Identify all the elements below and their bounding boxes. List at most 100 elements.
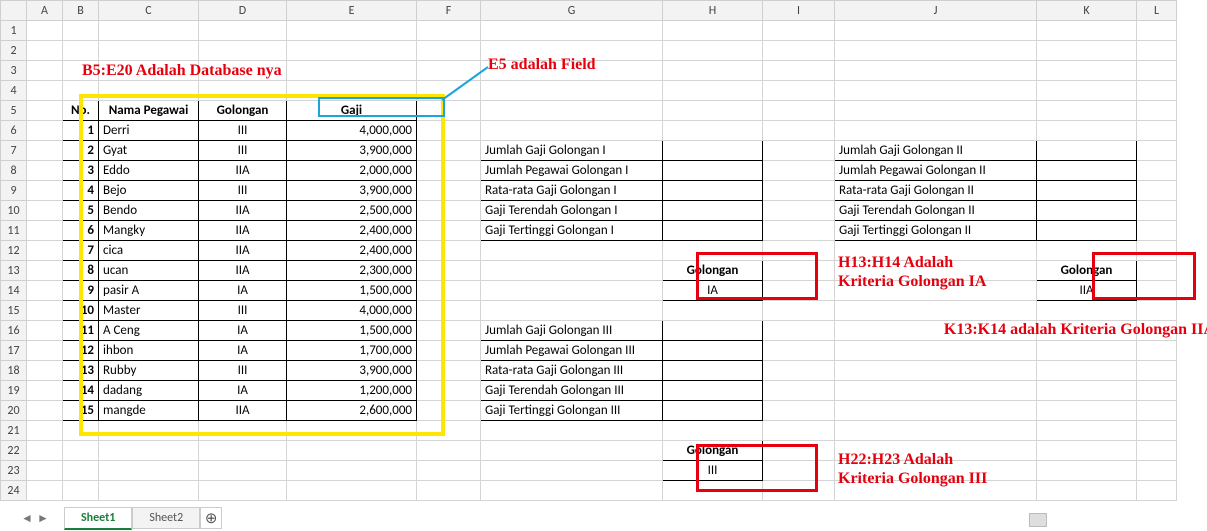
row-header[interactable]: 17 [1,341,27,361]
cell-C22[interactable] [99,441,199,461]
cell-D13[interactable]: IIA [199,261,287,281]
cell-I15[interactable] [763,301,835,321]
cell-D3[interactable] [199,61,287,81]
cell-C4[interactable] [99,81,199,101]
cell-B3[interactable] [63,61,99,81]
cell-L23[interactable] [1137,461,1177,481]
cell-L7[interactable] [1137,141,1177,161]
cell-K22[interactable] [1037,441,1137,461]
cell-H14[interactable]: IA [663,281,763,301]
column-header[interactable]: J [835,1,1037,21]
cell-I11[interactable] [763,221,835,241]
cell-L24[interactable] [1137,481,1177,501]
cell-B11[interactable]: 6 [63,221,99,241]
horizontal-scroll-handle[interactable] [1029,513,1047,527]
row-header[interactable]: 12 [1,241,27,261]
cell-J21[interactable] [835,421,1037,441]
cell-C5[interactable]: Nama Pegawai [99,101,199,121]
cell-J22[interactable] [835,441,1037,461]
cell-F1[interactable] [417,21,481,41]
cell-C17[interactable]: ihbon [99,341,199,361]
cell-E7[interactable]: 3,900,000 [287,141,417,161]
cell-D19[interactable]: IA [199,381,287,401]
cell-A22[interactable] [27,441,63,461]
cell-G11[interactable]: Gaji Tertinggi Golongan I [481,221,663,241]
column-header[interactable]: G [481,1,663,21]
cell-C2[interactable] [99,41,199,61]
cell-G6[interactable] [481,121,663,141]
row-header[interactable]: 21 [1,421,27,441]
cell-E9[interactable]: 3,900,000 [287,181,417,201]
cell-I4[interactable] [763,81,835,101]
cell-B19[interactable]: 14 [63,381,99,401]
cell-F10[interactable] [417,201,481,221]
cell-D17[interactable]: IA [199,341,287,361]
cell-H1[interactable] [663,21,763,41]
cell-K9[interactable] [1037,181,1137,201]
tab-nav-next-icon[interactable]: ► [36,511,50,526]
row-header[interactable]: 1 [1,21,27,41]
cell-G15[interactable] [481,301,663,321]
cell-C11[interactable]: Mangky [99,221,199,241]
cell-K21[interactable] [1037,421,1137,441]
cell-H16[interactable] [663,321,763,341]
cell-D16[interactable]: IA [199,321,287,341]
cell-E12[interactable]: 2,400,000 [287,241,417,261]
cell-A19[interactable] [27,381,63,401]
column-header[interactable]: I [763,1,835,21]
cell-G5[interactable] [481,101,663,121]
cell-L11[interactable] [1137,221,1177,241]
cell-E11[interactable]: 2,400,000 [287,221,417,241]
cell-B8[interactable]: 3 [63,161,99,181]
cell-L19[interactable] [1137,381,1177,401]
cell-A13[interactable] [27,261,63,281]
cell-G7[interactable]: Jumlah Gaji Golongan I [481,141,663,161]
cell-D14[interactable]: IA [199,281,287,301]
cell-J16[interactable] [835,321,1037,341]
cell-B4[interactable] [63,81,99,101]
cell-K20[interactable] [1037,401,1137,421]
cell-H20[interactable] [663,401,763,421]
cell-C21[interactable] [99,421,199,441]
cell-F9[interactable] [417,181,481,201]
cell-A12[interactable] [27,241,63,261]
cell-D5[interactable]: Golongan [199,101,287,121]
row-header[interactable]: 18 [1,361,27,381]
cell-K18[interactable] [1037,361,1137,381]
cell-K16[interactable] [1037,321,1137,341]
cell-I10[interactable] [763,201,835,221]
cell-C24[interactable] [99,481,199,501]
cell-E22[interactable] [287,441,417,461]
column-header[interactable]: D [199,1,287,21]
cell-B7[interactable]: 2 [63,141,99,161]
cell-C19[interactable]: dadang [99,381,199,401]
row-header[interactable]: 10 [1,201,27,221]
cell-J19[interactable] [835,381,1037,401]
cell-H21[interactable] [663,421,763,441]
cell-J18[interactable] [835,361,1037,381]
cell-F15[interactable] [417,301,481,321]
cell-K14[interactable]: IIA [1037,281,1137,301]
cell-E14[interactable]: 1,500,000 [287,281,417,301]
cell-J20[interactable] [835,401,1037,421]
cell-A24[interactable] [27,481,63,501]
row-header[interactable]: 8 [1,161,27,181]
cell-J23[interactable] [835,461,1037,481]
row-header[interactable]: 7 [1,141,27,161]
cell-H23[interactable]: III [663,461,763,481]
cell-H2[interactable] [663,41,763,61]
cell-A15[interactable] [27,301,63,321]
cell-K11[interactable] [1037,221,1137,241]
cell-H18[interactable] [663,361,763,381]
cell-F22[interactable] [417,441,481,461]
cell-A8[interactable] [27,161,63,181]
cell-J1[interactable] [835,21,1037,41]
cell-C12[interactable]: cica [99,241,199,261]
cell-L8[interactable] [1137,161,1177,181]
cell-I19[interactable] [763,381,835,401]
cell-L21[interactable] [1137,421,1177,441]
row-header[interactable]: 11 [1,221,27,241]
cell-I13[interactable] [763,261,835,281]
cell-A6[interactable] [27,121,63,141]
cell-E24[interactable] [287,481,417,501]
